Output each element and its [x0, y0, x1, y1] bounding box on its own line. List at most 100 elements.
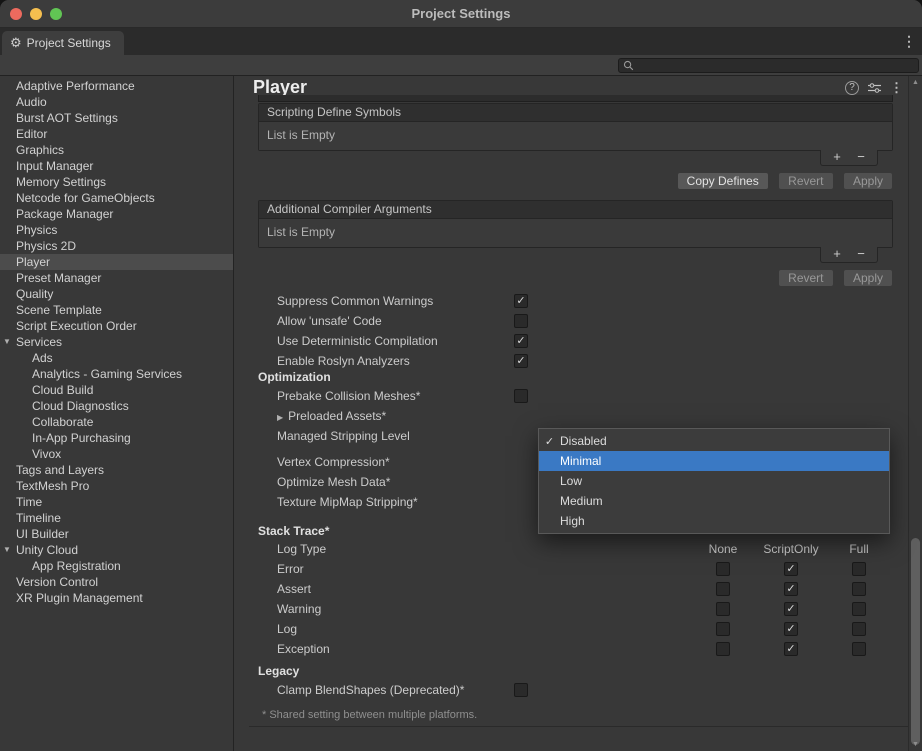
sidebar-item-in-app-purchasing[interactable]: In-App Purchasing: [0, 430, 233, 446]
sidebar-item-player[interactable]: Player: [0, 254, 233, 270]
sidebar-item-adaptive-performance[interactable]: Adaptive Performance: [0, 78, 233, 94]
search-field[interactable]: [618, 58, 919, 73]
sidebar-item-version-control[interactable]: Version Control: [0, 574, 233, 590]
sidebar-item-cloud-build[interactable]: Cloud Build: [0, 382, 233, 398]
sidebar-item-physics[interactable]: Physics: [0, 222, 233, 238]
checkbox[interactable]: [514, 389, 528, 403]
sidebar-item-analytics-gaming-services[interactable]: Analytics - Gaming Services: [0, 366, 233, 382]
sidebar-item-netcode-for-gameobjects[interactable]: Netcode for GameObjects: [0, 190, 233, 206]
dropdown-option-medium[interactable]: Medium: [539, 491, 889, 511]
sidebar-item-quality[interactable]: Quality: [0, 286, 233, 302]
log-type-row-label: Assert: [258, 582, 689, 596]
sidebar-item-scene-template[interactable]: Scene Template: [0, 302, 233, 318]
search-input[interactable]: [638, 60, 914, 72]
sidebar-item-physics-2d[interactable]: Physics 2D: [0, 238, 233, 254]
foldout-arrow-icon[interactable]: ▶: [277, 413, 283, 422]
remove-button[interactable]: −: [853, 247, 869, 262]
checkbox[interactable]: [716, 582, 730, 596]
remove-button[interactable]: −: [853, 150, 869, 165]
sidebar-item-label: Scene Template: [16, 303, 102, 317]
checkbox[interactable]: ✓: [514, 334, 528, 348]
checkbox[interactable]: ✓: [514, 354, 528, 368]
sidebar-item-xr-plugin-management[interactable]: XR Plugin Management: [0, 590, 233, 606]
checkbox[interactable]: ✓: [784, 582, 798, 596]
checkbox[interactable]: ✓: [784, 602, 798, 616]
scroll-down-arrow-icon[interactable]: ▼: [909, 741, 922, 748]
checkbox[interactable]: [852, 602, 866, 616]
sidebar-item-ads[interactable]: Ads: [0, 350, 233, 366]
sidebar-item-textmesh-pro[interactable]: TextMesh Pro: [0, 478, 233, 494]
checkbox[interactable]: [716, 642, 730, 656]
checkbox[interactable]: ✓: [784, 622, 798, 636]
revert-button[interactable]: Revert: [778, 172, 833, 190]
sidebar-item-label: Collaborate: [32, 415, 93, 429]
sidebar-item-ui-builder[interactable]: UI Builder: [0, 526, 233, 542]
content-bottom-divider: [249, 726, 908, 727]
checkbox[interactable]: [852, 582, 866, 596]
copy-defines-button[interactable]: Copy Defines: [677, 172, 769, 190]
dropdown-option-disabled[interactable]: ✓Disabled: [539, 431, 889, 451]
sidebar-item-memory-settings[interactable]: Memory Settings: [0, 174, 233, 190]
sidebar-item-unity-cloud[interactable]: ▼Unity Cloud: [0, 542, 233, 558]
tab-project-settings[interactable]: ⚙ Project Settings: [2, 31, 124, 55]
dropdown-option-low[interactable]: Low: [539, 471, 889, 491]
log-type-label: Log Type: [258, 542, 689, 556]
scroll-up-arrow-icon[interactable]: ▲: [909, 79, 922, 86]
sidebar-item-timeline[interactable]: Timeline: [0, 510, 233, 526]
preset-sliders-icon[interactable]: [868, 82, 881, 94]
checkbox[interactable]: [716, 562, 730, 576]
kebab-menu-icon[interactable]: ⋮: [902, 33, 916, 50]
sidebar-item-services[interactable]: ▼Services: [0, 334, 233, 350]
checkbox[interactable]: [716, 622, 730, 636]
sidebar-item-editor[interactable]: Editor: [0, 126, 233, 142]
checkbox[interactable]: ✓: [784, 562, 798, 576]
stack-trace-rows: Error✓Assert✓Warning✓Log✓Exception✓: [258, 559, 893, 659]
checkbox[interactable]: [852, 642, 866, 656]
vertical-scrollbar[interactable]: ▲ ▼: [908, 76, 922, 751]
titlebar[interactable]: Project Settings: [0, 0, 922, 28]
apply-button[interactable]: Apply: [843, 269, 893, 287]
dropdown-option-high[interactable]: High: [539, 511, 889, 531]
sidebar-item-time[interactable]: Time: [0, 494, 233, 510]
sidebar-item-preset-manager[interactable]: Preset Manager: [0, 270, 233, 286]
dropdown-option-minimal[interactable]: Minimal: [539, 451, 889, 471]
checkbox[interactable]: [514, 314, 528, 328]
stack-trace-row: Error✓: [258, 559, 893, 579]
sidebar-item-label: Tags and Layers: [16, 463, 104, 477]
checkbox[interactable]: [716, 602, 730, 616]
setting-label: Allow 'unsafe' Code: [258, 314, 514, 328]
add-button[interactable]: +: [829, 247, 845, 262]
stack-trace-cell: [825, 582, 893, 596]
panel-kebab-menu-icon[interactable]: ⋮: [890, 81, 903, 95]
setting-row: Suppress Common Warnings✓: [258, 291, 893, 311]
legacy-section-header: Legacy: [258, 664, 299, 678]
sidebar-item-collaborate[interactable]: Collaborate: [0, 414, 233, 430]
add-button[interactable]: +: [829, 150, 845, 165]
checkbox[interactable]: [852, 562, 866, 576]
foldout-arrow-icon[interactable]: ▼: [3, 334, 11, 350]
checkbox[interactable]: ✓: [784, 642, 798, 656]
revert-button[interactable]: Revert: [778, 269, 833, 287]
scrollbar-thumb[interactable]: [911, 538, 920, 745]
checkbox[interactable]: [852, 622, 866, 636]
sidebar-item-cloud-diagnostics[interactable]: Cloud Diagnostics: [0, 398, 233, 414]
sidebar-item-vivox[interactable]: Vivox: [0, 446, 233, 462]
setting-label: Clamp BlendShapes (Deprecated)*: [258, 683, 514, 697]
sidebar-item-app-registration[interactable]: App Registration: [0, 558, 233, 574]
foldout-arrow-icon[interactable]: ▼: [3, 542, 11, 558]
sidebar-item-label: Memory Settings: [16, 175, 106, 189]
sidebar-item-audio[interactable]: Audio: [0, 94, 233, 110]
sidebar-item-script-execution-order[interactable]: Script Execution Order: [0, 318, 233, 334]
gear-icon: ⚙: [10, 36, 22, 50]
sidebar-item-graphics[interactable]: Graphics: [0, 142, 233, 158]
apply-button[interactable]: Apply: [843, 172, 893, 190]
setting-label: Managed Stripping Level: [258, 429, 514, 443]
sidebar-item-input-manager[interactable]: Input Manager: [0, 158, 233, 174]
sidebar-item-tags-and-layers[interactable]: Tags and Layers: [0, 462, 233, 478]
sidebar-item-burst-aot-settings[interactable]: Burst AOT Settings: [0, 110, 233, 126]
checkbox[interactable]: [514, 683, 528, 697]
list-header: Scripting Define Symbols: [259, 104, 892, 122]
sidebar-item-package-manager[interactable]: Package Manager: [0, 206, 233, 222]
help-icon[interactable]: ?: [845, 81, 859, 95]
checkbox[interactable]: ✓: [514, 294, 528, 308]
